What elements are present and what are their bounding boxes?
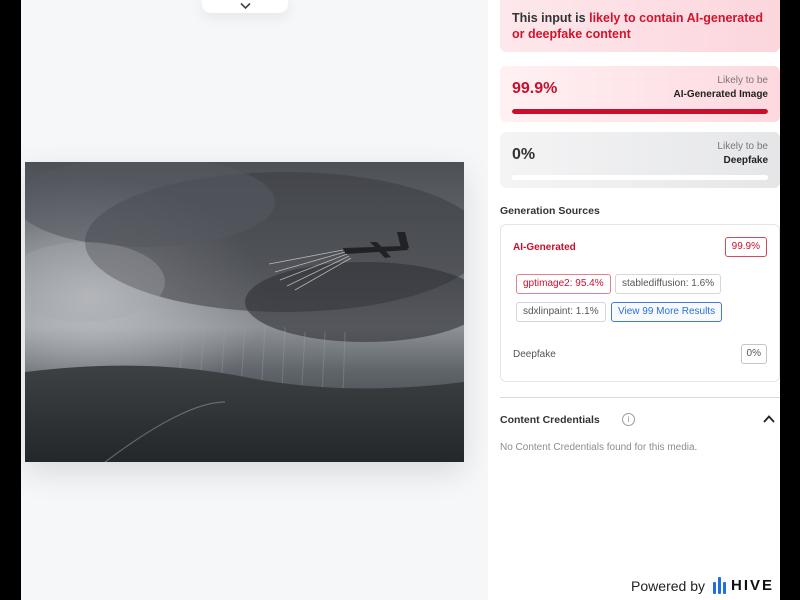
view-more-results-button[interactable]: View 99 More Results — [611, 302, 723, 322]
deepfake-score-bar — [512, 175, 768, 180]
source-chip-sdxlinpaint[interactable]: sdxlinpaint: 1.1% — [516, 302, 606, 322]
deepfake-score-label-bottom: Deepfake — [723, 155, 768, 166]
ai-generated-score-card: 99.9% Likely to be AI-Generated Image — [500, 66, 780, 122]
hive-logo-icon — [712, 577, 726, 594]
verdict-prefix: This input is — [512, 11, 590, 25]
ai-generated-label: AI-Generated — [513, 242, 576, 253]
ai-score-label-top: Likely to be — [717, 75, 768, 86]
source-chip-stablediffusion[interactable]: stablediffusion: 1.6% — [615, 274, 722, 294]
app-frame: This input is likely to contain AI-gener… — [21, 0, 780, 600]
generation-sources-title: Generation Sources — [500, 205, 600, 217]
chevron-up-icon[interactable] — [762, 412, 776, 426]
deepfake-score-label-top: Likely to be — [717, 141, 768, 152]
ai-generated-badge: 99.9% — [724, 237, 767, 257]
deepfake-source-label: Deepfake — [513, 349, 556, 360]
ai-score-label: Likely to be AI-Generated Image — [674, 74, 768, 102]
info-icon[interactable]: i — [622, 413, 635, 426]
analysis-panel: This input is likely to contain AI-gener… — [488, 0, 780, 600]
media-preview-pane — [21, 0, 488, 600]
section-divider — [500, 397, 780, 398]
powered-by-text: Powered by — [631, 577, 705, 594]
deepfake-score-percent: 0% — [512, 146, 536, 163]
deepfake-source-badge: 0% — [740, 344, 767, 364]
hive-logo[interactable]: HIVE — [712, 577, 774, 594]
source-chip-gptimage2[interactable]: gptimage2: 95.4% — [516, 274, 611, 294]
ai-score-label-bottom: AI-Generated Image — [673, 89, 768, 100]
content-credentials-empty-message: No Content Credentials found for this me… — [500, 442, 698, 453]
generation-sources-card: AI-Generated 99.9% gptimage2: 95.4% stab… — [500, 224, 780, 382]
ai-score-bar — [512, 109, 768, 114]
collapse-toggle[interactable] — [202, 0, 288, 13]
verdict-banner: This input is likely to contain AI-gener… — [500, 0, 780, 52]
ai-score-percent: 99.9% — [512, 80, 558, 97]
chevron-down-icon — [239, 2, 251, 9]
deepfake-score-card: 0% Likely to be Deepfake — [500, 132, 780, 188]
ai-score-bar-fill — [512, 109, 768, 114]
content-credentials-title[interactable]: Content Credentials — [500, 414, 600, 426]
hive-brand-text: HIVE — [730, 577, 774, 594]
deepfake-score-label: Likely to be Deepfake — [717, 140, 768, 168]
analyzed-image — [25, 162, 464, 462]
powered-by-footer: Powered by HIVE — [631, 577, 774, 594]
